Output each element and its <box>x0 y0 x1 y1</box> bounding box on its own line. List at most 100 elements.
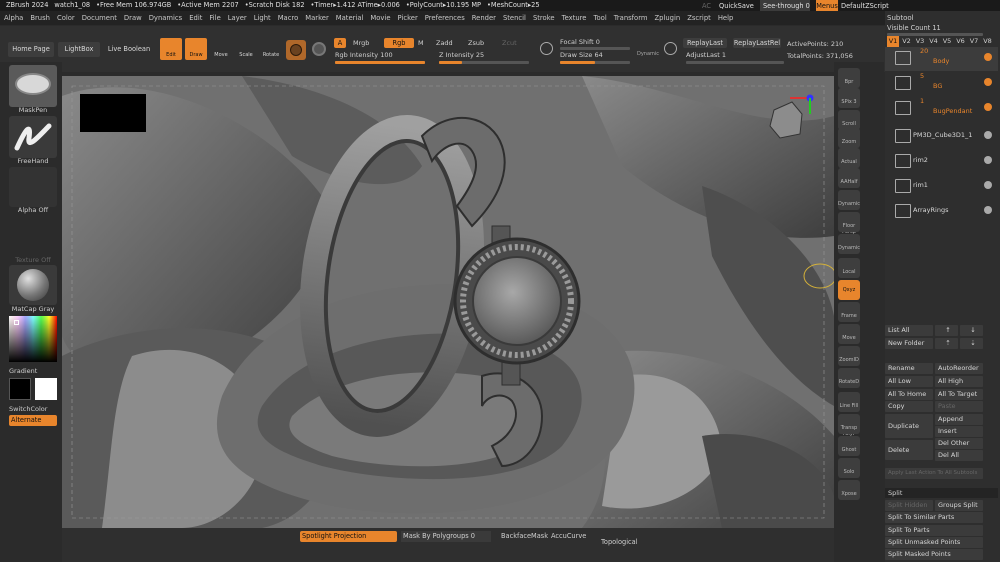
draw-button[interactable]: Draw <box>185 38 207 60</box>
shelf-button[interactable]: Actual <box>838 148 860 168</box>
auto-reorder-button[interactable]: AutoReorder <box>935 363 983 374</box>
shelf-button[interactable]: Scroll <box>838 110 860 130</box>
stroke-settings-icon[interactable] <box>540 42 553 55</box>
material-sphere-icon[interactable] <box>286 40 306 60</box>
version-tab[interactable]: V5 <box>941 36 953 47</box>
zadd-button[interactable]: Zadd <box>436 39 453 47</box>
version-tab[interactable]: V8 <box>982 36 994 47</box>
live-boolean-button[interactable]: Live Boolean <box>104 42 154 57</box>
subtool-title[interactable]: Subtool <box>887 14 914 22</box>
rotate-button[interactable]: Rotate <box>260 38 282 60</box>
secondary-color-swatch[interactable] <box>35 378 57 400</box>
apply-last-action-button[interactable]: Apply Last Action To All Subtools <box>885 468 983 479</box>
menu-item[interactable]: Preferences <box>425 11 465 25</box>
move-up-icon[interactable]: ⇡ <box>935 338 958 349</box>
topological-button[interactable]: Topological <box>601 537 638 548</box>
all-high-button[interactable]: All High <box>935 376 983 387</box>
menu-item[interactable]: Color <box>57 11 75 25</box>
z-intensity-slider[interactable] <box>439 61 529 64</box>
subtool-row[interactable]: PM3D_Cube3D1_1 <box>885 125 998 149</box>
split-to-parts-button[interactable]: Split To Parts <box>885 525 983 536</box>
subtool-row[interactable]: rim1 <box>885 175 998 199</box>
copy-button[interactable]: Copy <box>885 401 933 412</box>
version-tab[interactable]: V3 <box>914 36 926 47</box>
material-thumbnail[interactable] <box>9 265 57 305</box>
menu-item[interactable]: Movie <box>370 11 390 25</box>
shelf-button[interactable]: Solo <box>838 458 860 478</box>
m-button[interactable]: M <box>418 39 424 47</box>
menu-item[interactable]: Render <box>472 11 496 25</box>
all-to-home-button[interactable]: All To Home <box>885 389 933 400</box>
zsub-button[interactable]: Zsub <box>468 39 484 47</box>
menu-item[interactable]: Macro <box>278 11 299 25</box>
paste-button[interactable]: Paste <box>935 401 983 412</box>
gradient-label[interactable]: Gradient <box>9 367 39 375</box>
subtool-row[interactable]: ArrayRings <box>885 200 998 224</box>
dynamic-toggle[interactable]: Dynamic <box>637 51 659 57</box>
new-folder-button[interactable]: New Folder <box>885 338 933 349</box>
rename-button[interactable]: Rename <box>885 363 933 374</box>
rgb-button[interactable]: Rgb <box>384 38 414 48</box>
home-page-button[interactable]: Home Page <box>8 42 54 57</box>
shelf-button[interactable]: ZoomID <box>838 346 860 366</box>
shelf-button[interactable]: Dynamic L.Sym <box>838 234 860 279</box>
draw-size-slider[interactable] <box>560 61 630 64</box>
switch-color-button[interactable]: SwitchColor <box>9 405 57 413</box>
alpha-thumbnail[interactable] <box>9 167 57 207</box>
menu-item[interactable]: Dynamics <box>149 11 183 25</box>
menu-item[interactable]: Edit <box>189 11 202 25</box>
shelf-button[interactable]: SPix 3 <box>838 88 860 108</box>
replay-last-rel-button[interactable]: ReplayLastRel <box>733 38 781 48</box>
history-icon[interactable] <box>664 42 677 55</box>
split-section-header[interactable]: Split <box>885 488 998 498</box>
split-unmasked-button[interactable]: Split Unmasked Points <box>885 537 983 548</box>
arrow-down-button[interactable]: ↓ <box>960 325 983 336</box>
split-hidden-button[interactable]: Split Hidden <box>885 500 933 511</box>
list-all-button[interactable]: List All <box>885 325 933 336</box>
version-tab[interactable]: V1 <box>887 36 899 47</box>
all-low-button[interactable]: All Low <box>885 376 933 387</box>
del-other-button[interactable]: Del Other <box>935 438 983 449</box>
menu-item[interactable]: Brush <box>30 11 50 25</box>
accucurve-button[interactable]: AccuCurve <box>551 531 586 542</box>
rgb-intensity-slider[interactable] <box>335 61 425 64</box>
mrgb-button[interactable]: Mrgb <box>353 39 369 47</box>
subtool-row[interactable]: 1 BugPendant <box>885 97 998 121</box>
shelf-button[interactable]: Xpose <box>838 480 860 500</box>
stroke-thumbnail[interactable] <box>9 116 57 158</box>
edit-button[interactable]: Edit <box>160 38 182 60</box>
visibility-eye-icon[interactable] <box>984 131 992 139</box>
shelf-button[interactable]: Line Fill PolyF <box>838 392 860 437</box>
focal-shift-slider[interactable] <box>560 47 630 50</box>
menu-item[interactable]: Stroke <box>533 11 555 25</box>
menu-item[interactable]: Alpha <box>4 11 23 25</box>
menu-item[interactable]: Picker <box>398 11 418 25</box>
split-similar-parts-button[interactable]: Split To Similar Parts <box>885 512 983 523</box>
version-tab[interactable]: V4 <box>928 36 940 47</box>
shelf-button[interactable]: Move <box>838 324 860 344</box>
menu-item[interactable]: Help <box>718 11 734 25</box>
shelf-button[interactable]: Ghost <box>838 436 860 456</box>
texture-sphere-icon[interactable] <box>312 42 326 56</box>
shelf-button[interactable]: AAHalf <box>838 168 860 188</box>
shelf-button[interactable]: Bpr <box>838 68 860 88</box>
append-button[interactable]: Append <box>935 414 983 425</box>
version-tab[interactable]: V2 <box>901 36 913 47</box>
menu-item[interactable]: Stencil <box>503 11 526 25</box>
version-tab[interactable]: V7 <box>968 36 980 47</box>
menu-item[interactable]: Zscript <box>687 11 711 25</box>
zcut-button[interactable]: Zcut <box>502 39 517 47</box>
visibility-eye-icon[interactable] <box>984 156 992 164</box>
all-to-target-button[interactable]: All To Target <box>935 389 983 400</box>
split-masked-button[interactable]: Split Masked Points <box>885 549 983 560</box>
shelf-button[interactable]: Transp <box>838 414 860 434</box>
menu-item[interactable]: Transform <box>614 11 648 25</box>
move-button[interactable]: Move <box>210 38 232 60</box>
shelf-button[interactable]: Floor <box>838 212 860 232</box>
menu-item[interactable]: Material <box>336 11 364 25</box>
visibility-eye-icon[interactable] <box>984 181 992 189</box>
menu-item[interactable]: Texture <box>562 11 587 25</box>
visibility-eye-icon[interactable] <box>984 78 992 86</box>
menu-item[interactable]: Document <box>82 11 117 25</box>
replay-last-button[interactable]: ReplayLast <box>683 38 727 48</box>
